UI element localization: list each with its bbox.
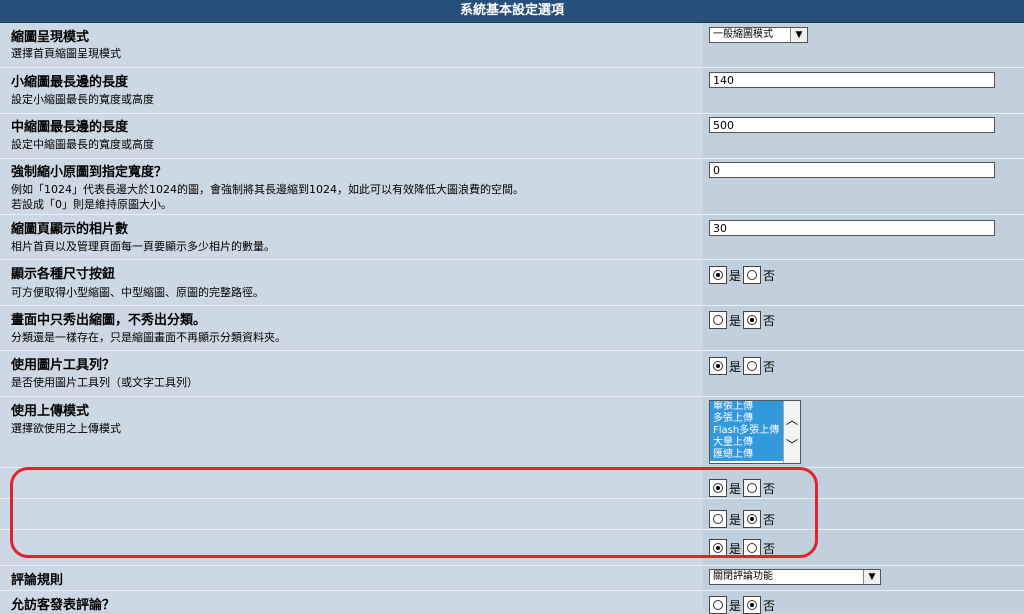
list-item[interactable]: 單張上傳	[710, 401, 784, 413]
thumbs-only-radio-group: 是 否	[709, 311, 777, 329]
blank-3-radio-group: 是 否	[709, 539, 777, 557]
small-thumb-length-input[interactable]: 140	[709, 72, 995, 88]
setting-title: 允訪客發表評論？	[11, 598, 116, 613]
yes-radio[interactable]	[709, 311, 727, 329]
setting-title: 評論規則	[11, 573, 64, 588]
chevron-down-icon[interactable]: ▼	[863, 570, 880, 584]
setting-description: 若設成「0」則是維持原圖大小。	[11, 198, 172, 211]
setting-description: 選擇欲使用之上傳模式	[11, 422, 121, 435]
no-radio[interactable]	[743, 311, 762, 329]
select-value: 關閉評論功能	[713, 571, 773, 582]
setting-title: 使用上傳模式	[11, 404, 90, 419]
select-value: 一般縮圖模式	[713, 29, 773, 40]
setting-title: 中縮圖最長邊的長度	[11, 120, 129, 135]
setting-row-size-buttons: 顯示各種尺寸按鈕 可方便取得小型縮圖、中型縮圖、原圖的完整路徑。 是 否	[0, 260, 1024, 305]
no-label: 否	[763, 481, 776, 496]
setting-description: 設定小縮圖最長的寬度或高度	[11, 93, 154, 106]
chevron-down-icon[interactable]: ▼	[790, 28, 807, 42]
no-label: 否	[763, 541, 776, 556]
setting-title: 小縮圖最長邊的長度	[11, 75, 129, 90]
setting-row-blank-1: 是 否	[0, 468, 1024, 498]
no-radio[interactable]	[743, 357, 762, 375]
setting-row-upload-mode: 使用上傳模式 選擇欲使用之上傳模式	[0, 397, 1024, 467]
listbox-scrollbar[interactable]: ︿ ﹀	[783, 401, 800, 463]
yes-radio[interactable]	[709, 479, 727, 497]
setting-description: 分類還是一樣存在，只是縮圖畫面不再顯示分類資料夾。	[11, 331, 286, 344]
setting-row-blank-2: 是 否	[0, 499, 1024, 529]
yes-label: 是	[729, 481, 742, 496]
setting-description: 例如「1024」代表長邊大於1024的圖，會強制將其長邊縮到1024，如此可以有…	[11, 183, 524, 196]
guest-comments-radio-group: 是 否	[709, 596, 777, 614]
blank-1-radio-group: 是 否	[709, 479, 777, 497]
no-label: 否	[763, 313, 776, 328]
blank-2-radio-group: 是 否	[709, 510, 777, 528]
setting-row-medium-thumb-length: 中縮圖最長邊的長度 設定中縮圖最長的寬度或高度 500	[0, 114, 1024, 158]
setting-description: 是否使用圖片工具列（或文字工具列）	[11, 376, 198, 389]
setting-description: 相片首頁以及管理頁面每一頁要顯示多少相片的數量。	[11, 240, 275, 253]
section-header: 系統基本設定選項	[0, 0, 1024, 23]
setting-title: 畫面中只秀出縮圖，不秀出分類。	[11, 313, 207, 328]
no-radio[interactable]	[743, 266, 762, 284]
list-item[interactable]: 大量上傳	[710, 437, 784, 449]
force-resize-width-input[interactable]: 0	[709, 162, 995, 178]
setting-row-small-thumb-length: 小縮圖最長邊的長度 設定小縮圖最長的寬度或高度 140	[0, 68, 1024, 113]
yes-label: 是	[729, 512, 742, 527]
setting-row-photos-per-page: 縮圖頁顯示的相片數 相片首頁以及管理頁面每一頁要顯示多少相片的數量。 30	[0, 215, 1024, 259]
no-label: 否	[763, 512, 776, 527]
yes-radio[interactable]	[709, 266, 727, 284]
yes-radio[interactable]	[709, 510, 727, 528]
setting-row-guest-comments: 允訪客發表評論？ 是 否	[0, 591, 1024, 614]
setting-description: 選擇首頁縮圖呈現模式	[11, 47, 121, 60]
yes-radio[interactable]	[709, 357, 727, 375]
setting-description: 設定中縮圖最長的寬度或高度	[11, 138, 154, 151]
yes-radio[interactable]	[709, 539, 727, 557]
yes-label: 是	[729, 359, 742, 374]
yes-label: 是	[729, 313, 742, 328]
setting-row-comment-rules: 評論規則 關閉評論功能 ▼	[0, 566, 1024, 590]
list-item[interactable]: Flash多張上傳	[710, 425, 784, 437]
photos-per-page-input[interactable]: 30	[709, 220, 995, 236]
upload-mode-listbox[interactable]: 單張上傳 多張上傳 Flash多張上傳 大量上傳 匯總上傳 ︿ ﹀	[709, 400, 801, 464]
yes-label: 是	[729, 268, 742, 283]
no-label: 否	[763, 359, 776, 374]
yes-radio[interactable]	[709, 596, 727, 614]
list-item[interactable]: 匯總上傳	[710, 449, 784, 461]
no-radio[interactable]	[743, 596, 762, 614]
setting-title: 縮圖呈現模式	[11, 30, 90, 45]
medium-thumb-length-input[interactable]: 500	[709, 117, 995, 133]
setting-title: 強制縮小原圖到指定寬度？	[11, 165, 168, 180]
yes-label: 是	[729, 541, 742, 556]
list-item[interactable]: 多張上傳	[710, 413, 784, 425]
chevron-down-icon[interactable]: ﹀	[784, 436, 800, 453]
no-radio[interactable]	[743, 539, 762, 557]
setting-title: 使用圖片工具列？	[11, 358, 116, 373]
size-buttons-radio-group: 是 否	[709, 266, 777, 284]
thumbnail-mode-select[interactable]: 一般縮圖模式 ▼	[709, 27, 808, 43]
setting-description: 可方便取得小型縮圖、中型縮圖、原圖的完整路徑。	[11, 286, 264, 299]
setting-title: 縮圖頁顯示的相片數	[11, 222, 129, 237]
no-radio[interactable]	[743, 479, 762, 497]
setting-row-thumbnail-mode: 縮圖呈現模式 選擇首頁縮圖呈現模式 一般縮圖模式 ▼	[0, 23, 1024, 67]
setting-row-force-resize: 強制縮小原圖到指定寬度？ 例如「1024」代表長邊大於1024的圖，會強制將其長…	[0, 159, 1024, 214]
chevron-up-icon[interactable]: ︿	[784, 411, 800, 428]
setting-title: 顯示各種尺寸按鈕	[11, 267, 116, 282]
setting-row-thumbs-only: 畫面中只秀出縮圖，不秀出分類。 分類還是一樣存在，只是縮圖畫面不再顯示分類資料夾…	[0, 306, 1024, 350]
comment-rules-select[interactable]: 關閉評論功能 ▼	[709, 569, 881, 585]
setting-row-blank-3: 是 否	[0, 530, 1024, 565]
setting-row-image-toolbar: 使用圖片工具列？ 是否使用圖片工具列（或文字工具列） 是 否	[0, 351, 1024, 396]
no-label: 否	[763, 268, 776, 283]
no-radio[interactable]	[743, 510, 762, 528]
image-toolbar-radio-group: 是 否	[709, 357, 777, 375]
